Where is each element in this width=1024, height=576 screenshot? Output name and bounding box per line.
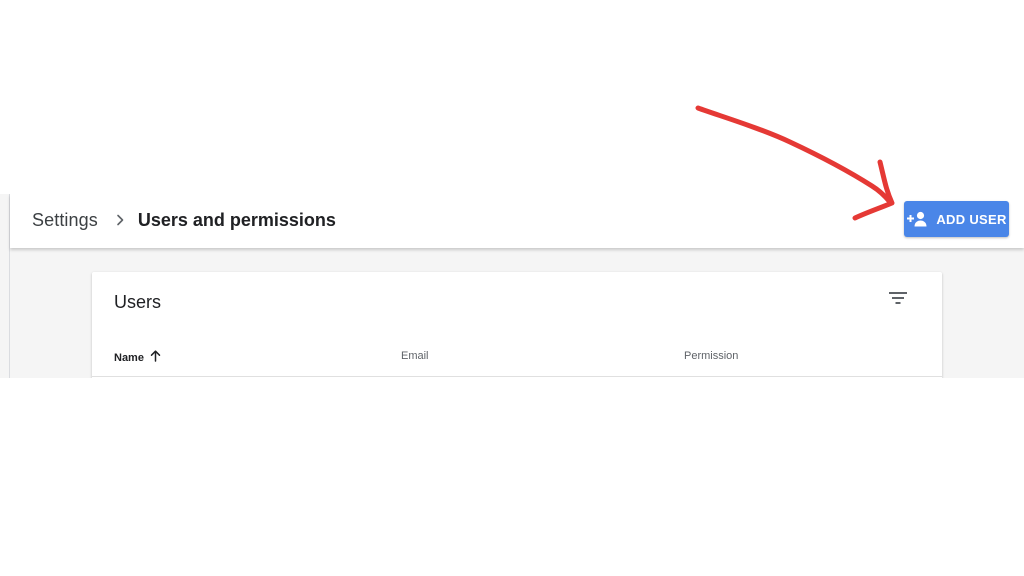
column-header-permission[interactable]: Permission [684,350,738,362]
card-title: Users [114,292,162,312]
table-header-row: Name Email Permission [92,350,942,370]
canvas: Settings Users and permissions ADD USER … [0,0,1024,576]
page-title: Users and permissions [137,209,336,230]
person-add-icon [906,211,928,227]
column-header-email[interactable]: Email [401,350,429,362]
column-header-name[interactable]: Name [114,350,161,365]
breadcrumb: Settings Users and permissions [32,208,336,232]
users-card: Users Name Email Permission [92,272,942,378]
annotation-arrow-shaft [695,105,893,205]
column-header-label: Email [401,350,429,362]
column-header-label: Permission [684,350,739,362]
filter-button[interactable] [886,288,910,312]
filter-list-icon [889,291,907,310]
breadcrumb-settings-link[interactable]: Settings [32,210,98,231]
arrow-up-icon [150,350,161,365]
column-header-label: Name [114,351,144,364]
chevron-right-icon [108,208,132,232]
add-user-button-label: ADD USER [936,211,1007,227]
app-screenshot: Settings Users and permissions ADD USER … [0,194,1024,378]
add-user-button[interactable]: ADD USER [904,201,1009,237]
top-app-bar: Settings Users and permissions ADD USER [10,194,1024,248]
table-header-divider [92,376,942,377]
